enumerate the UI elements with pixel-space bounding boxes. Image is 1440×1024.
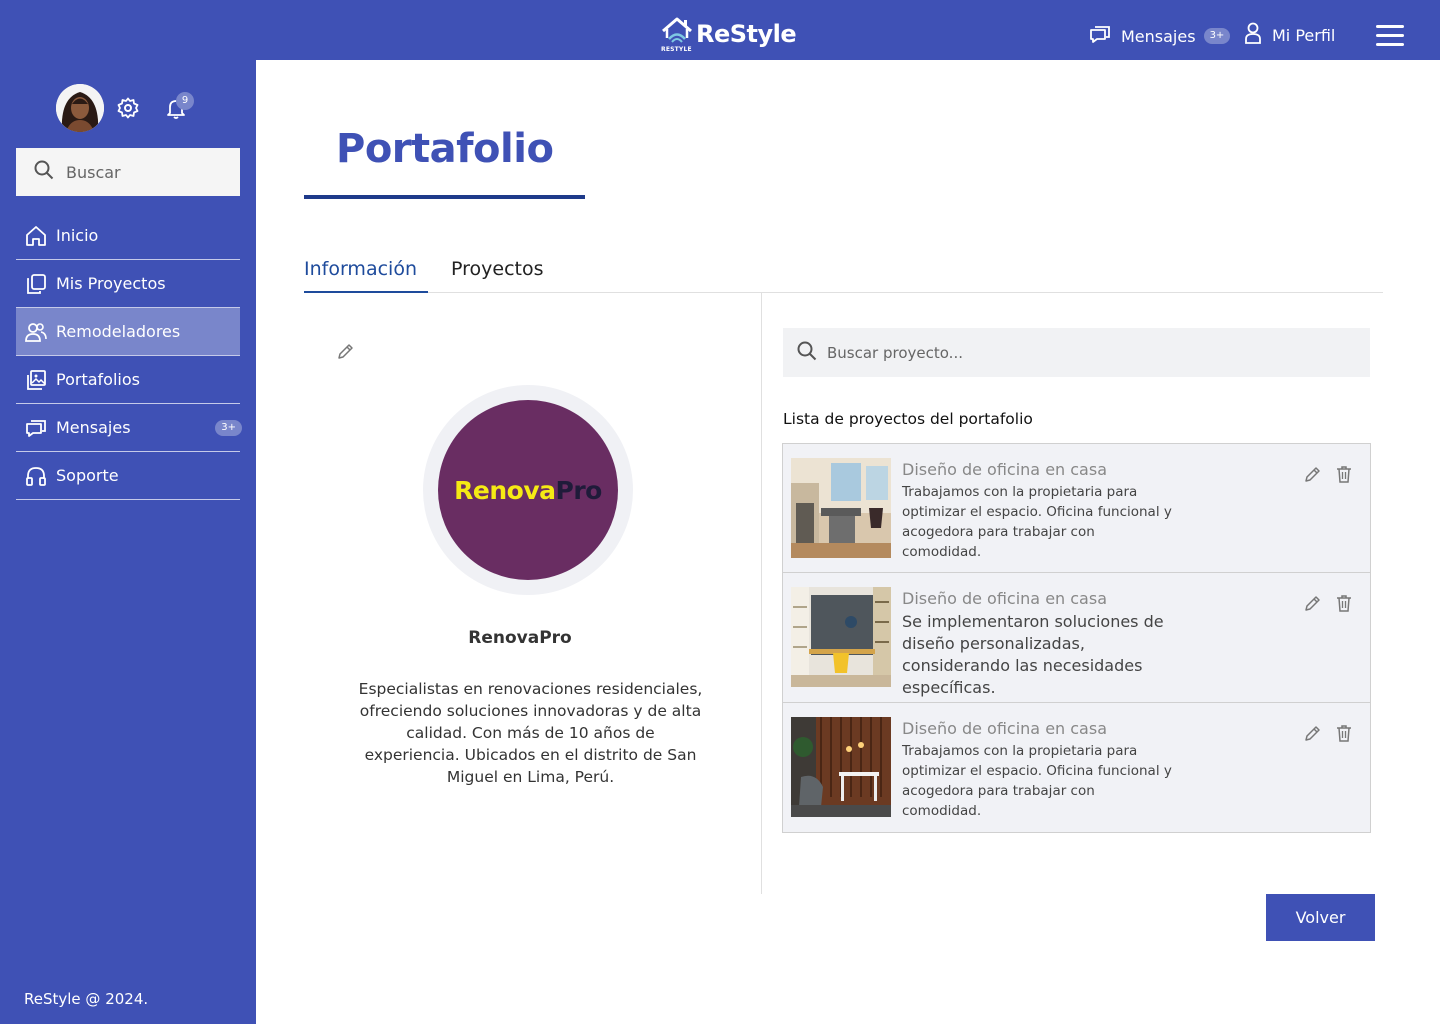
chat-icon — [24, 416, 48, 440]
profile-link[interactable]: Mi Perfil — [1244, 22, 1335, 48]
trash-icon[interactable] — [1334, 464, 1354, 484]
sidebar-item-soporte[interactable]: Soporte — [16, 452, 240, 500]
chat-icon — [1089, 24, 1111, 48]
project-description: Se implementaron soluciones de diseño pe… — [902, 612, 1164, 697]
project-row[interactable]: Diseño de oficina en casa Trabajamos con… — [782, 703, 1371, 833]
sidebar-item-label: Inicio — [56, 226, 99, 245]
users-icon — [24, 320, 48, 344]
avatar[interactable] — [56, 84, 104, 132]
title-underline — [304, 195, 585, 199]
sidebar-search[interactable] — [16, 148, 240, 196]
home-icon — [24, 224, 48, 248]
logo-text-part1: Renova — [454, 475, 556, 505]
hamburger-icon[interactable] — [1376, 25, 1404, 47]
user-icon — [1244, 22, 1262, 48]
gallery-icon — [24, 368, 48, 392]
sidebar-item-portafolios[interactable]: Portafolios — [16, 356, 240, 404]
sidebar-item-mensajes[interactable]: Mensajes 3+ — [16, 404, 242, 452]
project-description: Trabajamos con la propietaria para optim… — [902, 484, 1172, 560]
company-logo[interactable]: RenovaPro — [438, 400, 618, 580]
logo-text-part2: Pro — [555, 475, 603, 505]
edit-pencil-icon[interactable] — [336, 341, 356, 361]
search-icon — [797, 341, 817, 365]
project-search[interactable] — [783, 328, 1370, 377]
sidebar-search-input[interactable] — [66, 162, 216, 182]
sidebar-footer: ReStyle @ 2024. — [24, 990, 149, 1008]
sidebar: 9 Inicio Mis Proyectos Remodeladores — [0, 60, 256, 1024]
back-button[interactable]: Volver — [1266, 894, 1375, 941]
project-thumbnail[interactable] — [791, 587, 891, 687]
sidebar-item-mis-proyectos[interactable]: Mis Proyectos — [16, 260, 240, 308]
profile-label: Mi Perfil — [1272, 25, 1336, 45]
top-bar: RESTYLE ReStyle Mensajes 3+ Mi Perfil — [0, 0, 1440, 60]
tab-proyectos[interactable]: Proyectos — [451, 258, 544, 293]
settings-icon[interactable] — [116, 96, 140, 120]
project-row[interactable]: Diseño de oficina en casa Trabajamos con… — [782, 443, 1371, 573]
tab-bar: Información Proyectos — [304, 258, 1383, 293]
search-icon — [34, 160, 54, 184]
notification-badge: 9 — [176, 92, 194, 110]
sidebar-item-remodeladores[interactable]: Remodeladores — [16, 308, 240, 356]
project-list: Diseño de oficina en casa Trabajamos con… — [782, 443, 1371, 833]
project-title: Diseño de oficina en casa — [902, 589, 1107, 608]
sidebar-item-label: Remodeladores — [56, 322, 181, 341]
headphones-icon — [24, 464, 48, 488]
edit-pencil-icon[interactable] — [1303, 464, 1323, 484]
project-title: Diseño de oficina en casa — [902, 460, 1107, 479]
sidebar-item-label: Soporte — [56, 466, 119, 485]
copy-icon — [24, 272, 48, 296]
project-row[interactable]: Diseño de oficina en casa Se implementar… — [782, 573, 1371, 703]
trash-icon[interactable] — [1334, 723, 1354, 743]
logo-text: ReStyle — [696, 20, 797, 48]
sidebar-item-inicio[interactable]: Inicio — [16, 212, 240, 260]
project-thumbnail[interactable] — [791, 717, 891, 817]
top-messages-link[interactable]: Mensajes 3+ — [1089, 22, 1231, 50]
tab-informacion[interactable]: Información — [304, 258, 428, 293]
sidebar-item-label: Mensajes — [56, 418, 131, 437]
house-logo-icon: RESTYLE — [660, 16, 694, 54]
company-description: Especialistas en renovaciones residencia… — [358, 680, 703, 786]
trash-icon[interactable] — [1334, 593, 1354, 613]
logo-text: RenovaPro — [454, 476, 602, 505]
page-title: Portafolio — [336, 126, 554, 172]
project-search-input[interactable] — [827, 343, 1327, 362]
edit-pencil-icon[interactable] — [1303, 723, 1323, 743]
project-thumbnail[interactable] — [791, 458, 891, 558]
project-title: Diseño de oficina en casa — [902, 719, 1107, 738]
project-list-title: Lista de proyectos del portafolio — [783, 410, 1033, 428]
sidebar-item-label: Portafolios — [56, 370, 140, 389]
sidebar-nav: Inicio Mis Proyectos Remodeladores Porta… — [16, 212, 242, 500]
company-name: RenovaPro — [468, 628, 572, 648]
messages-label: Mensajes — [1121, 26, 1196, 46]
column-divider — [761, 293, 762, 894]
sidebar-item-label: Mis Proyectos — [56, 274, 166, 293]
messages-badge: 3+ — [1203, 28, 1231, 44]
messages-badge: 3+ — [215, 420, 242, 436]
restyle-logo[interactable]: RESTYLE ReStyle — [660, 14, 797, 54]
logo-subtext: RESTYLE — [661, 46, 692, 53]
edit-pencil-icon[interactable] — [1303, 593, 1323, 613]
project-description: Trabajamos con la propietaria para optim… — [902, 743, 1172, 819]
